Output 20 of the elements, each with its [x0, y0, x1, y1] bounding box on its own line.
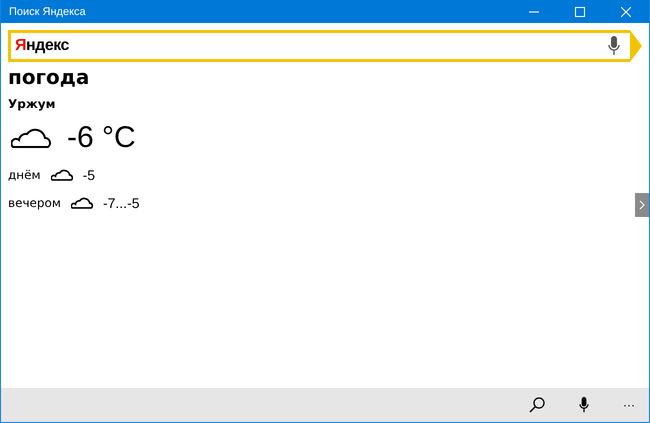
- cloud-icon: [50, 169, 73, 181]
- current-temperature: -6 °C: [67, 121, 136, 155]
- microphone-icon[interactable]: [608, 36, 620, 56]
- chevron-right-icon: [639, 200, 645, 210]
- cloud-icon: [11, 127, 51, 149]
- search-icon[interactable]: [529, 397, 545, 413]
- forecast-temperature: -5: [82, 167, 96, 183]
- maximize-icon[interactable]: [575, 6, 585, 16]
- forecast-temperature: -7...-5: [102, 195, 140, 211]
- city-name: Уржум: [8, 97, 56, 111]
- cloud-icon: [70, 197, 93, 209]
- forecast-label: вечером: [8, 196, 61, 210]
- yandex-logo: Яндекс: [15, 37, 70, 55]
- window-title: Поиск Яндекса: [9, 6, 87, 18]
- side-panel-toggle[interactable]: [635, 193, 649, 217]
- forecast-label: днём: [8, 168, 41, 182]
- close-icon[interactable]: [621, 6, 631, 16]
- query-heading: погода: [8, 65, 90, 89]
- microphone-icon[interactable]: [579, 397, 589, 413]
- more-button[interactable]: ···: [623, 398, 635, 412]
